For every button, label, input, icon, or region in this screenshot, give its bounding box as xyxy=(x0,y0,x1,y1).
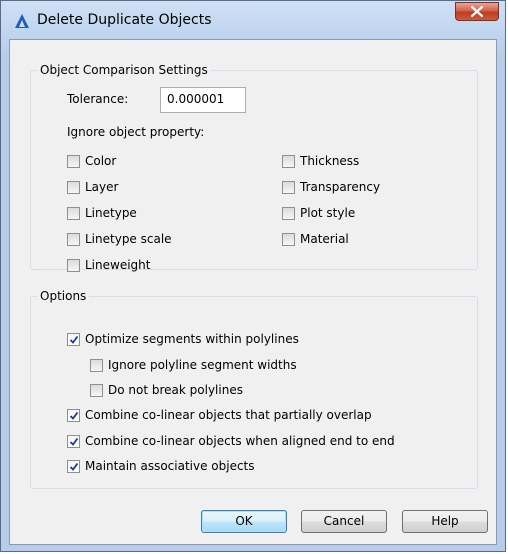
no-break-label: Do not break polylines xyxy=(108,383,243,397)
plot-style-checkbox[interactable]: Plot style xyxy=(282,205,355,221)
checkmark-icon xyxy=(69,462,79,471)
tolerance-label: Tolerance: xyxy=(67,92,129,106)
tolerance-input[interactable]: 0.000001 xyxy=(160,87,246,113)
layer-checkbox-box[interactable] xyxy=(67,180,80,194)
close-button[interactable] xyxy=(455,2,499,21)
maintain-assoc-label: Maintain associative objects xyxy=(85,459,255,473)
help-button[interactable]: Help xyxy=(402,510,488,533)
linetype-scale-checkbox-label: Linetype scale xyxy=(85,232,172,246)
no-break-checkbox-box[interactable] xyxy=(90,383,103,397)
thickness-checkbox[interactable]: Thickness xyxy=(282,153,359,169)
checkmark-icon xyxy=(69,437,79,446)
color-checkbox-label: Color xyxy=(85,154,117,168)
combine-overlap-label: Combine co-linear objects that partially… xyxy=(85,408,372,422)
material-checkbox-box[interactable] xyxy=(282,232,295,246)
maintain-assoc-checkbox[interactable]: Maintain associative objects xyxy=(67,458,255,474)
thickness-checkbox-label: Thickness xyxy=(300,154,360,168)
lineweight-checkbox-box[interactable] xyxy=(67,258,80,272)
material-checkbox-label: Material xyxy=(300,232,349,246)
ignore-property-label: Ignore object property: xyxy=(67,125,205,139)
combine-end-checkbox[interactable]: Combine co-linear objects when aligned e… xyxy=(67,433,395,449)
plot-style-checkbox-label: Plot style xyxy=(300,206,356,220)
lineweight-checkbox-label: Lineweight xyxy=(85,258,151,272)
transparency-checkbox-box[interactable] xyxy=(282,180,295,194)
linetype-scale-checkbox-box[interactable] xyxy=(67,232,80,246)
optimize-segments-checkbox-box[interactable] xyxy=(67,332,80,346)
optimize-segments-checkbox[interactable]: Optimize segments within polylines xyxy=(67,331,299,347)
cancel-button[interactable]: Cancel xyxy=(301,510,387,533)
window-title: Delete Duplicate Objects xyxy=(37,12,212,28)
layer-checkbox-label: Layer xyxy=(85,180,119,194)
ignore-widths-label: Ignore polyline segment widths xyxy=(108,358,297,372)
app-logo-icon xyxy=(15,14,29,28)
close-icon xyxy=(471,6,483,17)
plot-style-checkbox-box[interactable] xyxy=(282,206,295,220)
optimize-segments-label: Optimize segments within polylines xyxy=(85,332,299,346)
dialog-body: Object Comparison Settings Tolerance: 0.… xyxy=(9,39,497,545)
ok-button[interactable]: OK xyxy=(201,510,287,533)
combine-overlap-checkbox[interactable]: Combine co-linear objects that partially… xyxy=(67,407,372,423)
maintain-assoc-checkbox-box[interactable] xyxy=(67,459,80,473)
checkmark-icon xyxy=(69,411,79,420)
color-checkbox-box[interactable] xyxy=(67,154,80,168)
no-break-checkbox[interactable]: Do not break polylines xyxy=(90,382,243,398)
combine-end-label: Combine co-linear objects when aligned e… xyxy=(85,434,395,448)
title-bar[interactable]: Delete Duplicate Objects xyxy=(1,1,505,39)
dialog-window: Delete Duplicate Objects Object Comparis… xyxy=(0,0,506,552)
options-legend: Options xyxy=(37,289,90,303)
lineweight-checkbox[interactable]: Lineweight xyxy=(67,257,150,273)
transparency-checkbox[interactable]: Transparency xyxy=(282,179,380,195)
layer-checkbox[interactable]: Layer xyxy=(67,179,118,195)
combine-end-checkbox-box[interactable] xyxy=(67,434,80,448)
material-checkbox[interactable]: Material xyxy=(282,231,349,247)
ignore-widths-checkbox-box[interactable] xyxy=(90,358,103,372)
ignore-widths-checkbox[interactable]: Ignore polyline segment widths xyxy=(90,357,297,373)
combine-overlap-checkbox-box[interactable] xyxy=(67,408,80,422)
thickness-checkbox-box[interactable] xyxy=(282,154,295,168)
color-checkbox[interactable]: Color xyxy=(67,153,116,169)
linetype-scale-checkbox[interactable]: Linetype scale xyxy=(67,231,172,247)
comparison-settings-legend: Object Comparison Settings xyxy=(37,63,211,77)
checkmark-icon xyxy=(69,335,79,344)
linetype-checkbox-label: Linetype xyxy=(85,206,137,220)
linetype-checkbox-box[interactable] xyxy=(67,206,80,220)
linetype-checkbox[interactable]: Linetype xyxy=(67,205,137,221)
transparency-checkbox-label: Transparency xyxy=(300,180,381,194)
